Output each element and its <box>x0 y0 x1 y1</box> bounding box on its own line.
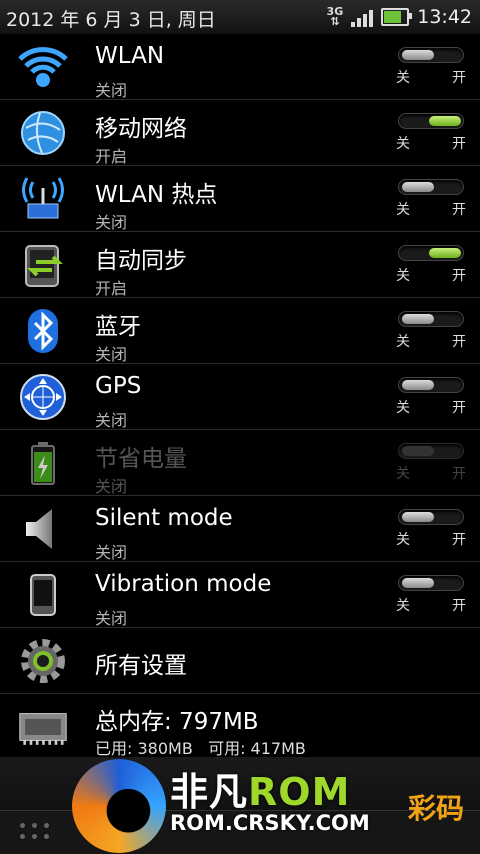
all-settings-label: 所有设置 <box>95 653 187 679</box>
row-vibration-mode[interactable]: Vibration mode 关闭 关开 <box>0 562 480 628</box>
signal-icon <box>351 7 374 27</box>
row-bluetooth[interactable]: 蓝牙 关闭 关开 <box>0 298 480 364</box>
row-title: Silent mode <box>95 505 233 531</box>
row-title: WLAN <box>95 43 165 69</box>
gps-toggle[interactable]: 关开 <box>396 377 466 417</box>
battery-saver-icon <box>18 438 68 488</box>
row-state: 关闭 <box>95 609 128 628</box>
row-power-saver: 节省电量 关闭 关开 <box>0 430 480 496</box>
mobile-network-toggle[interactable]: 关开 <box>396 113 466 153</box>
gps-icon <box>18 372 68 422</box>
row-wlan-hotspot[interactable]: WLAN 热点 关闭 关开 <box>0 166 480 232</box>
row-title: 节省电量 <box>95 446 187 472</box>
vibration-icon <box>18 570 68 620</box>
row-wlan[interactable]: WLAN 关闭 关开 <box>0 34 480 100</box>
row-silent-mode[interactable]: Silent mode 关闭 关开 <box>0 496 480 562</box>
watermark-url: ROM.CRSKY.COM <box>170 811 370 835</box>
speaker-icon <box>18 504 68 554</box>
row-title: 移动网络 <box>95 116 187 142</box>
storage-free: 可用: 417MB <box>208 739 306 758</box>
row-state: 关闭 <box>95 543 128 562</box>
mobile-network-icon <box>18 108 68 158</box>
hotspot-toggle[interactable]: 关开 <box>396 179 466 219</box>
auto-sync-toggle[interactable]: 关开 <box>396 245 466 285</box>
row-title: GPS <box>95 373 142 399</box>
bluetooth-icon <box>18 306 68 356</box>
memory-chip-icon <box>18 702 68 752</box>
storage-usage: 已用: 380MB 可用: 417MB <box>95 735 306 759</box>
row-title: 自动同步 <box>95 248 187 274</box>
row-mobile-network[interactable]: 移动网络 开启 关开 <box>0 100 480 166</box>
vibration-mode-toggle[interactable]: 关开 <box>396 575 466 615</box>
row-state: 开启 <box>95 279 128 298</box>
row-state: 关闭 <box>95 213 128 232</box>
quick-settings-list: WLAN 关闭 关开 移动网络 开启 关开 WLAN 热点 关闭 关开 自动同步… <box>0 34 480 760</box>
watermark-brand: 非凡ROM <box>170 770 351 814</box>
row-state: 关闭 <box>95 411 128 430</box>
silent-mode-toggle[interactable]: 关开 <box>396 509 466 549</box>
row-title: WLAN 热点 <box>95 182 218 208</box>
sync-icon <box>18 240 68 290</box>
row-state: 关闭 <box>95 477 128 496</box>
gear-icon <box>18 636 68 686</box>
wlan-toggle[interactable]: 关开 <box>396 47 466 87</box>
storage-info: 总内存: 797MB 已用: 380MB 可用: 417MB <box>0 694 480 760</box>
watermark-badge: 彩码 <box>408 792 465 825</box>
status-date: 2012 年 6 月 3 日, 周日 <box>6 9 216 31</box>
network-3g-icon: 3G ⇅ <box>326 5 344 28</box>
all-apps-icon[interactable] <box>20 823 50 839</box>
row-gps[interactable]: GPS 关闭 关开 <box>0 364 480 430</box>
row-title: 蓝牙 <box>95 314 141 340</box>
battery-icon <box>381 8 413 26</box>
row-auto-sync[interactable]: 自动同步 开启 关开 <box>0 232 480 298</box>
hotspot-icon <box>18 174 68 224</box>
wifi-icon <box>18 42 68 92</box>
storage-total: 总内存: 797MB <box>95 709 259 735</box>
row-state: 关闭 <box>95 81 128 100</box>
row-state: 开启 <box>95 147 128 166</box>
status-time: 13:42 <box>417 6 472 28</box>
bluetooth-toggle[interactable]: 关开 <box>396 311 466 351</box>
status-bar: 2012 年 6 月 3 日, 周日 3G ⇅ 13:42 <box>0 0 480 34</box>
bottom-area: 非凡ROM ROM.CRSKY.COM 彩码 <box>0 757 480 854</box>
status-icons: 3G ⇅ 13:42 <box>327 4 472 30</box>
row-state: 关闭 <box>95 345 128 364</box>
watermark: 非凡ROM ROM.CRSKY.COM 彩码 <box>72 757 472 853</box>
row-title: Vibration mode <box>95 571 272 597</box>
all-settings-item[interactable]: 所有设置 <box>0 628 480 694</box>
watermark-logo-icon <box>72 759 166 853</box>
storage-used: 已用: 380MB <box>95 739 193 758</box>
power-saver-toggle: 关开 <box>396 443 466 483</box>
